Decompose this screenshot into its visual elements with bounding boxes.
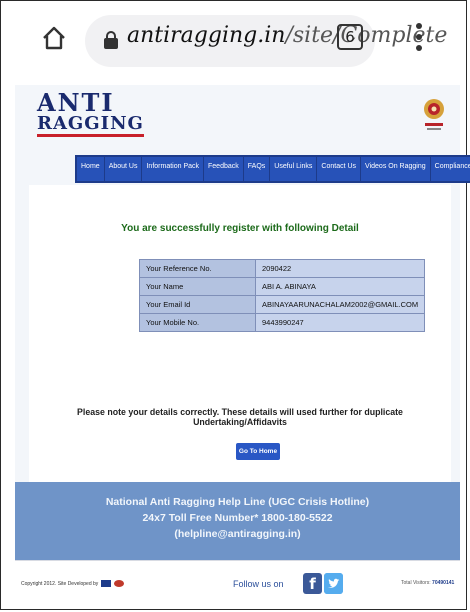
table-row: Your Reference No. 2090422 <box>139 259 426 278</box>
logo-line1: ANTI <box>37 88 115 117</box>
table-row: Your Name ABI A. ABINAYA <box>139 277 426 296</box>
detail-value: ABINAYAARUNACHALAM2002@GMAIL.COM <box>254 295 426 314</box>
home-icon[interactable] <box>41 25 67 51</box>
logo-line2: RAGGING <box>37 115 144 137</box>
detail-value: ABI A. ABINAYA <box>254 277 426 296</box>
nav-about-us[interactable]: About Us <box>104 157 142 181</box>
content-panel: You are successfully register with follo… <box>29 185 451 485</box>
detail-label: Your Name <box>139 277 256 296</box>
helpline-email[interactable]: (helpline@antiragging.in) <box>15 526 460 542</box>
nav-useful-links[interactable]: Useful Links <box>270 157 317 181</box>
table-row: Your Email Id ABINAYAARUNACHALAM2002@GMA… <box>139 295 426 314</box>
facebook-icon[interactable]: f <box>303 573 322 594</box>
url-host: antiragging.in <box>127 23 286 48</box>
detail-label: Your Reference No. <box>139 259 256 278</box>
ugc-emblem-icon <box>424 99 444 130</box>
go-to-home-button[interactable]: Go To Home <box>236 443 280 460</box>
anti-ragging-logo[interactable]: ANTI RAGGING <box>37 91 144 137</box>
nav-home[interactable]: Home <box>77 157 104 181</box>
url-text[interactable]: antiragging.in/site/Complete <box>127 23 447 48</box>
nav-faqs[interactable]: FAQs <box>243 157 270 181</box>
visitors-label: Total Visitors: <box>401 580 431 586</box>
tab-switcher-button[interactable]: 6 <box>337 24 363 50</box>
screenshot-frame: antiragging.in/site/Complete 6 ANTI RAGG… <box>0 0 470 610</box>
registration-details-table: Your Reference No. 2090422 Your Name ABI… <box>139 259 426 332</box>
visitors-count: 70490141 <box>432 580 455 586</box>
copyright-label: Copyright 2012. Site Developed by <box>21 580 99 587</box>
nav-feedback[interactable]: Feedback <box>204 157 243 181</box>
helpline-banner: National Anti Ragging Help Line (UGC Cri… <box>15 482 460 560</box>
copyright-text: Copyright 2012. Site Developed by <box>21 580 125 587</box>
partner-logo-icon[interactable] <box>114 580 125 587</box>
more-menu-icon[interactable] <box>415 23 423 55</box>
web-page: ANTI RAGGING Home About Us Information P… <box>15 85 470 606</box>
detail-value: 9443990247 <box>254 313 426 332</box>
detail-value: 2090422 <box>254 259 426 278</box>
twitter-icon[interactable] <box>324 573 343 594</box>
success-message: You are successfully register with follo… <box>121 223 359 234</box>
helpline-title: National Anti Ragging Help Line (UGC Cri… <box>105 496 370 508</box>
helpline-number: 24x7 Toll Free Number* 1800-180-5522 <box>142 512 333 524</box>
follow-us-label: Follow us on <box>233 579 284 589</box>
main-navigation: Home About Us Information Pack Feedback … <box>75 155 470 183</box>
visitor-counter: Total Visitors: 70490141 <box>401 580 454 586</box>
url-path: /site/Complete <box>285 23 448 48</box>
nav-videos-on-ragging[interactable]: Videos On Ragging <box>361 157 430 181</box>
browser-address-bar: antiragging.in/site/Complete 6 <box>1 1 466 81</box>
developer-logo-icon[interactable] <box>100 580 111 587</box>
nav-contact-us[interactable]: Contact Us <box>317 157 361 181</box>
details-note: Please note your details correctly. Thes… <box>77 407 403 427</box>
page-footer: Copyright 2012. Site Developed by Follow… <box>15 560 460 606</box>
nav-information-pack[interactable]: Information Pack <box>142 157 204 181</box>
detail-label: Your Mobile No. <box>139 313 256 332</box>
table-row: Your Mobile No. 9443990247 <box>139 313 426 332</box>
nav-compliance[interactable]: Compliance <box>430 157 470 181</box>
lock-icon <box>104 31 118 49</box>
detail-label: Your Email Id <box>139 295 256 314</box>
